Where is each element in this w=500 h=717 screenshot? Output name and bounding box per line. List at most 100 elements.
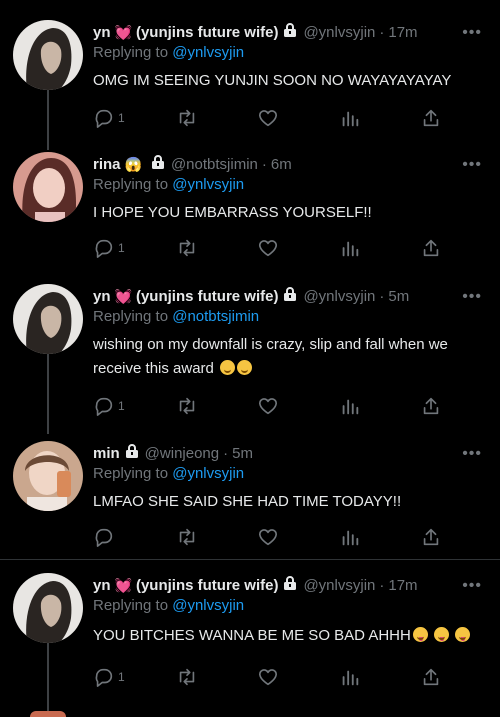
reply-button[interactable]: 1: [93, 237, 125, 259]
analytics-button[interactable]: [339, 526, 361, 548]
more-options-button[interactable]: •••: [462, 445, 482, 463]
analytics-button[interactable]: [339, 237, 361, 259]
tweet[interactable]: rina 😱 @notbtsjimin · 6m ••• Replying to…: [0, 152, 500, 272]
like-button[interactable]: [257, 237, 279, 259]
replying-to-link[interactable]: @ynlvsyjin: [172, 597, 244, 614]
tweet[interactable]: yn 💓 (yunjins future wife) @ynlvsyjin · …: [0, 284, 500, 424]
display-name-suffix[interactable]: (yunjins future wife): [136, 24, 279, 41]
tweet[interactable]: min @winjeong · 5m ••• Replying to @ynlv…: [0, 441, 500, 551]
avatar-yn[interactable]: [13, 284, 83, 354]
replying-to-link[interactable]: @notbtsjimin: [172, 308, 259, 325]
analytics-icon: [342, 111, 359, 127]
handle[interactable]: @ynlvsyjin: [303, 24, 375, 41]
like-button[interactable]: [257, 526, 279, 548]
handle[interactable]: @ynlvsyjin: [303, 288, 375, 305]
reply-button[interactable]: 1: [93, 107, 125, 129]
tweet-text-content: wishing on my downfall is crazy, slip an…: [93, 336, 448, 377]
replying-to-label: Replying to: [93, 597, 169, 614]
display-name[interactable]: yn: [93, 24, 111, 41]
tweet-header: yn 💓 (yunjins future wife) @ynlvsyjin · …: [93, 573, 500, 597]
replying-to: Replying to @ynlvsyjin: [93, 597, 244, 614]
analytics-button[interactable]: [339, 395, 361, 417]
reply-icon: [95, 397, 113, 416]
reply-count: 1: [118, 399, 125, 413]
retweet-icon: [179, 239, 195, 257]
like-icon: [258, 240, 278, 257]
retweet-button[interactable]: [175, 107, 199, 129]
display-name[interactable]: min: [93, 445, 120, 462]
separator-dot: ·: [379, 576, 385, 594]
timestamp[interactable]: 5m: [388, 288, 409, 305]
timestamp[interactable]: 17m: [388, 577, 417, 594]
tweet-header: min @winjeong · 5m: [93, 441, 500, 465]
share-button[interactable]: [420, 666, 442, 688]
avatar-rina[interactable]: [13, 152, 83, 222]
screaming-emoji-icon: 😱: [124, 155, 142, 172]
tweet[interactable]: yn 💓 (yunjins future wife) @ynlvsyjin · …: [0, 573, 500, 703]
next-avatar-partial: [30, 711, 66, 717]
timestamp[interactable]: 6m: [271, 156, 292, 173]
tweet-actions: 1: [93, 107, 453, 131]
retweet-icon: [179, 528, 195, 546]
retweet-icon: [179, 397, 195, 415]
like-button[interactable]: [257, 395, 279, 417]
more-options-button[interactable]: •••: [462, 288, 482, 306]
share-icon: [423, 668, 439, 686]
like-icon: [258, 110, 278, 127]
display-name[interactable]: rina: [93, 156, 121, 173]
timestamp[interactable]: 5m: [232, 445, 253, 462]
retweet-button[interactable]: [175, 395, 199, 417]
tweet-text-content: OMG IM SEEING YUNJIN SOON NO WAYAYAYAYAY: [93, 72, 452, 89]
analytics-icon: [342, 399, 359, 415]
retweet-icon: [179, 668, 195, 686]
handle[interactable]: @ynlvsyjin: [303, 577, 375, 594]
heart-emoji-icon: 💓: [114, 23, 132, 40]
reply-icon: [95, 528, 113, 547]
analytics-icon: [342, 530, 359, 546]
reply-icon: [95, 109, 113, 128]
share-button[interactable]: [420, 237, 442, 259]
reply-count: 1: [118, 111, 125, 125]
avatar-min[interactable]: [13, 441, 83, 511]
handle[interactable]: @winjeong: [145, 445, 219, 462]
retweet-button[interactable]: [175, 666, 199, 688]
display-name-suffix[interactable]: (yunjins future wife): [136, 577, 279, 594]
display-name[interactable]: yn: [93, 288, 111, 305]
reply-button[interactable]: 1: [93, 395, 125, 417]
tweet[interactable]: yn 💓 (yunjins future wife) @ynlvsyjin · …: [0, 20, 500, 140]
more-options-button[interactable]: •••: [462, 156, 482, 174]
like-button[interactable]: [257, 666, 279, 688]
like-button[interactable]: [257, 107, 279, 129]
retweet-button[interactable]: [175, 237, 199, 259]
joy-emoji-icon: [220, 360, 236, 375]
handle[interactable]: @notbtsjimin: [171, 156, 258, 173]
reply-button[interactable]: [93, 526, 118, 548]
share-button[interactable]: [420, 526, 442, 548]
divider: [0, 559, 500, 560]
retweet-icon: [179, 109, 195, 127]
timestamp[interactable]: 17m: [388, 24, 417, 41]
share-icon: [423, 528, 439, 546]
share-button[interactable]: [420, 395, 442, 417]
replying-to-label: Replying to: [93, 308, 169, 325]
like-icon: [258, 669, 278, 686]
analytics-button[interactable]: [339, 107, 361, 129]
more-options-button[interactable]: •••: [462, 24, 482, 42]
reply-count: 1: [118, 241, 125, 255]
tweet-text: YOU BITCHES WANNA BE ME SO BAD AHHH: [93, 624, 482, 648]
replying-to-link[interactable]: @ynlvsyjin: [172, 176, 244, 193]
lock-icon: [125, 443, 139, 463]
display-name-suffix[interactable]: (yunjins future wife): [136, 288, 279, 305]
separator-dot: ·: [261, 155, 267, 173]
replying-to-link[interactable]: @ynlvsyjin: [172, 465, 244, 482]
avatar-yn[interactable]: [13, 20, 83, 90]
reply-button[interactable]: 1: [93, 666, 125, 688]
analytics-button[interactable]: [339, 666, 361, 688]
replying-to-link[interactable]: @ynlvsyjin: [172, 44, 244, 61]
share-button[interactable]: [420, 107, 442, 129]
avatar-yn[interactable]: [13, 573, 83, 643]
display-name[interactable]: yn: [93, 577, 111, 594]
retweet-button[interactable]: [175, 526, 199, 548]
smile-emoji-icon: [237, 360, 253, 375]
more-options-button[interactable]: •••: [462, 577, 482, 595]
